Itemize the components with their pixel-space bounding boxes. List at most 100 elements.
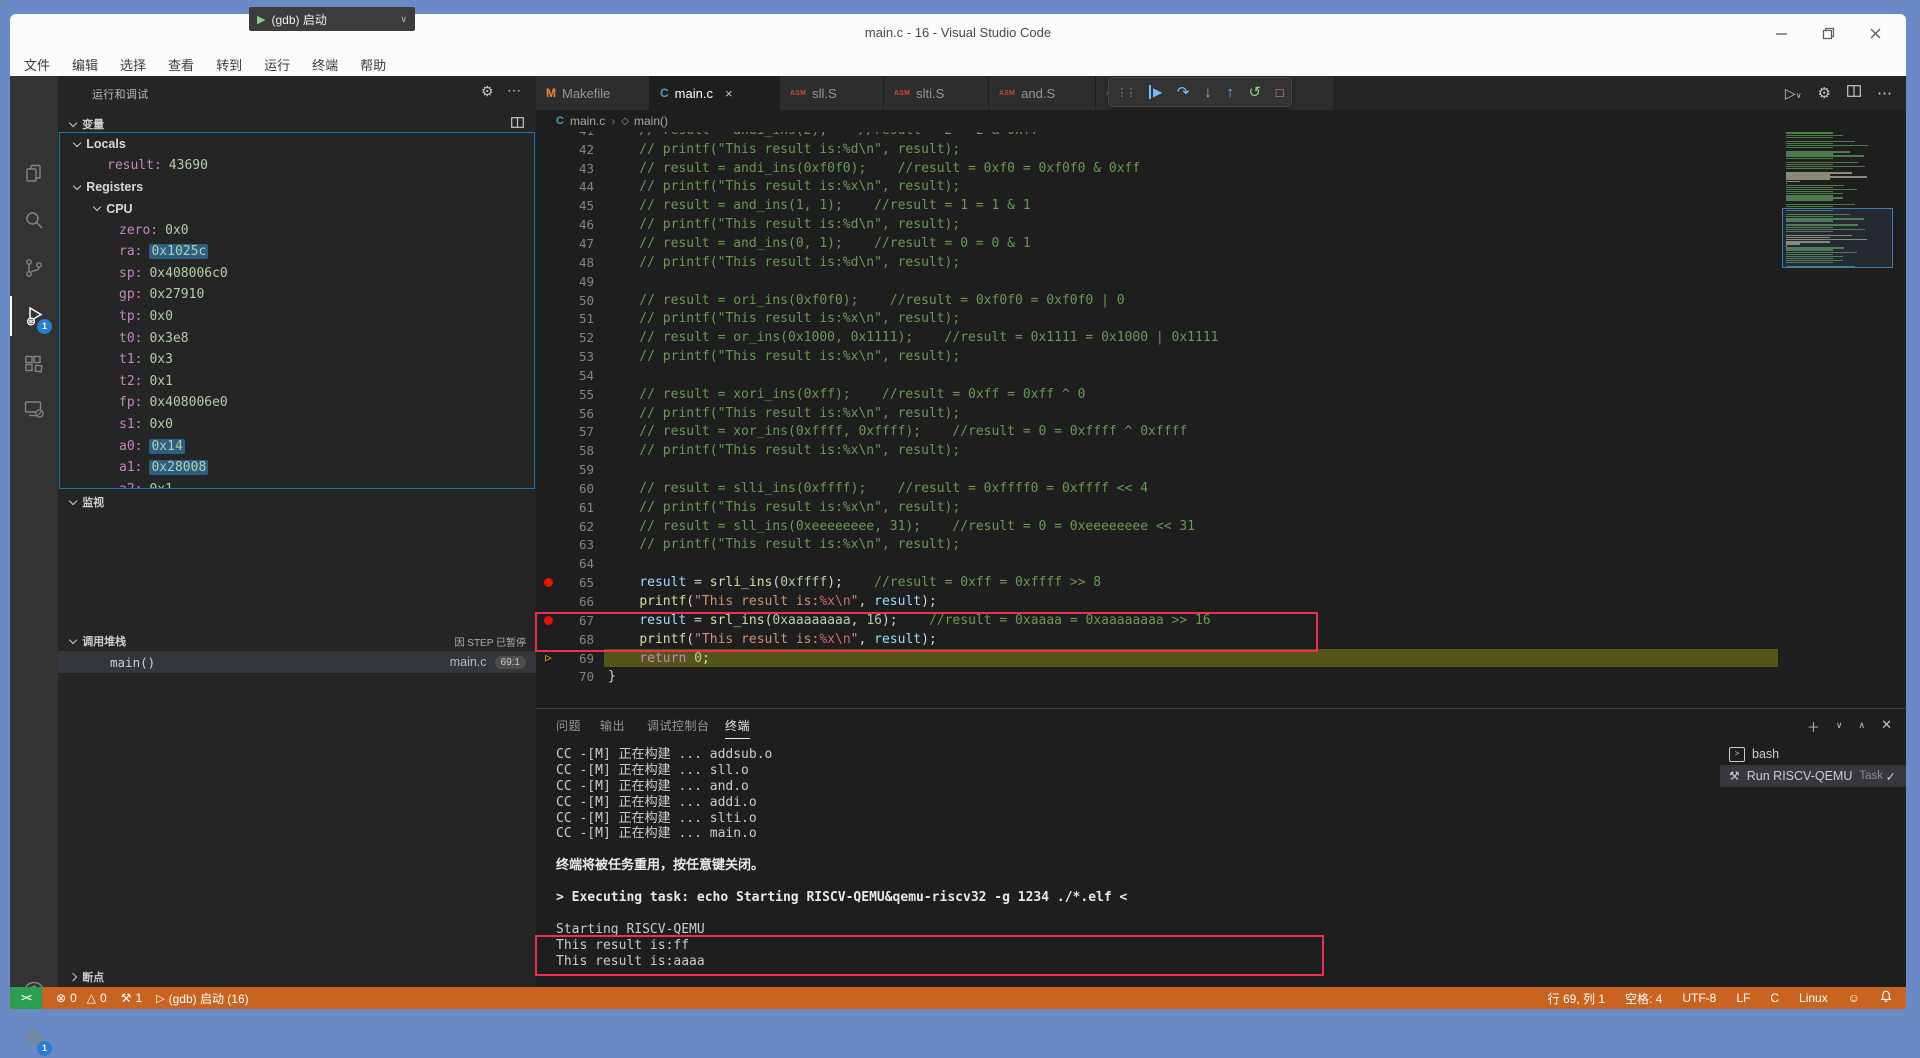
panel-tab-调试控制台[interactable]: 调试控制台 [647,717,710,734]
code-line-47[interactable]: 47 // result = and_ins(0, 1); //result =… [536,234,1906,253]
register-row-tp[interactable]: tp: 0x0 [60,306,534,328]
register-row-ra[interactable]: ra: 0x1025c [60,241,534,263]
maximize-button[interactable] [1822,27,1835,40]
encoding[interactable]: UTF-8 [1682,991,1716,1005]
code-line-45[interactable]: 45 // result = and_ins(1, 1); //result =… [536,196,1906,215]
tree-group-registers[interactable]: Registers [60,176,534,198]
gutter-glyph-margin[interactable] [536,611,562,630]
maximize-panel-icon[interactable]: ∧ [1859,720,1866,736]
code-line-52[interactable]: 52 // result = or_ins(0x1000, 0x1111); /… [536,328,1906,347]
breakpoints-section-header[interactable]: 断点 [58,965,536,988]
gutter-glyph-margin[interactable] [536,347,562,366]
code-line-50[interactable]: 50 // result = ori_ins(0xf0f0); //result… [536,291,1906,310]
step-into-icon[interactable]: ↓ [1204,84,1212,101]
debug-settings-gear-icon[interactable]: ⚙ [481,83,494,100]
gear-icon[interactable]: ⚙ [1818,84,1831,102]
minimize-button[interactable] [1775,27,1788,40]
code-line-69[interactable]: ▷ 69 return 0; [536,648,1906,668]
code-line-51[interactable]: 51 // printf("This result is:%x\n", resu… [536,309,1906,328]
notifications-bell-icon[interactable] [1880,990,1892,1006]
register-row-a2[interactable]: a2:0x1 [60,479,534,488]
code-line-60[interactable]: 60 // result = slli_ins(0xffff); //resul… [536,479,1906,498]
run-debug-icon[interactable]: 1 [10,296,58,336]
code-line-53[interactable]: 53 // printf("This result is:%x\n", resu… [536,347,1906,366]
panel-tab-问题[interactable]: 问题 [556,717,581,734]
register-row-zero[interactable]: zero: 0x0 [60,219,534,241]
tab-sll.S[interactable]: ASM sll.S [780,76,884,110]
gutter-glyph-margin[interactable] [536,140,562,159]
code-line-48[interactable]: 48 // printf("This result is:%d\n", resu… [536,253,1906,272]
code-line-67[interactable]: 67 result = srl_ins(0xaaaaaaaa, 16); //r… [536,611,1906,630]
gutter-glyph-margin[interactable] [536,178,562,197]
code-line-58[interactable]: 58 // printf("This result is:%x\n", resu… [536,441,1906,460]
debug-session-status[interactable]: ▷ (gdb) 启动 (16) [156,990,249,1007]
gutter-glyph-margin[interactable] [536,385,562,404]
gutter-glyph-margin[interactable] [536,441,562,460]
stop-icon[interactable]: □ [1276,85,1284,100]
feedback-icon[interactable]: ☺ [1848,991,1860,1005]
extensions-icon[interactable] [10,344,58,384]
code-line-44[interactable]: 44 // printf("This result is:%x\n", resu… [536,178,1906,197]
step-over-icon[interactable]: ↷ [1177,83,1190,101]
continue-icon[interactable]: ▶ [1149,85,1162,99]
code-line-63[interactable]: 63 // printf("This result is:%x\n", resu… [536,536,1906,555]
terminal-instance-Run RISCV-QEMU[interactable]: ⚒ Run RISCV-QEMU Task ✓ [1720,765,1906,787]
gutter-glyph-margin[interactable] [536,498,562,517]
variable-row-result[interactable]: result: 43690 [60,155,534,177]
variables-tree[interactable]: Locals result: 43690 Registers CPU zero: 0x0 ra… [59,132,535,489]
gutter-glyph-margin[interactable] [536,272,562,291]
gutter-glyph-margin[interactable] [536,667,562,686]
code-line-64[interactable]: 64 [536,554,1906,573]
menu-item-5[interactable]: 运行 [264,55,290,74]
code-line-49[interactable]: 49 [536,272,1906,291]
code-line-62[interactable]: 62 // result = sll_ins(0xeeeeeeee, 31); … [536,517,1906,536]
gutter-glyph-margin[interactable]: ▷ [536,649,562,668]
code-line-56[interactable]: 56 // printf("This result is:%x\n", resu… [536,404,1906,423]
settings-gear-icon[interactable]: ⚙ 1 [10,1018,58,1058]
register-row-fp[interactable]: fp: 0x408006e0 [60,392,534,414]
gutter-glyph-margin[interactable] [536,328,562,347]
menu-item-0[interactable]: 文件 [24,55,50,74]
gutter-glyph-margin[interactable] [536,517,562,536]
gutter-glyph-margin[interactable] [536,215,562,234]
toolbar-grip-icon[interactable]: ⋮⋮ [1116,86,1136,99]
terminal-output[interactable]: CC -[M] 正在构建 ... addsub.o CC -[M] 正在构建 ..… [556,747,1127,969]
gutter-glyph-margin[interactable] [536,234,562,253]
code-line-42[interactable]: 42 // printf("This result is:%d\n", resu… [536,140,1906,159]
split-editor-icon[interactable] [1847,84,1861,102]
code-line-57[interactable]: 57 // result = xor_ins(0xffff, 0xffff); … [536,423,1906,442]
remote-explorer-icon[interactable] [10,389,58,429]
gutter-glyph-margin[interactable] [536,196,562,215]
os-indicator[interactable]: Linux [1799,991,1828,1005]
language-mode[interactable]: C [1770,991,1779,1005]
breadcrumb-symbol[interactable]: main() [634,114,668,128]
breadcrumb-file[interactable]: main.c [570,114,605,128]
minimap[interactable] [1782,122,1893,422]
stack-frame-row[interactable]: main() main.c 69:1 [58,651,536,673]
terminal-instance-bash[interactable]: > bash [1720,743,1906,765]
menu-item-3[interactable]: 查看 [168,55,194,74]
close-panel-icon[interactable]: ✕ [1881,717,1892,736]
breakpoint-icon[interactable] [544,615,553,625]
code-line-59[interactable]: 59 [536,460,1906,479]
code-line-43[interactable]: 43 // result = andi_ins(0xf0f0); //resul… [536,159,1906,178]
gutter-glyph-margin[interactable] [536,253,562,272]
gutter-glyph-margin[interactable] [536,479,562,498]
explorer-icon[interactable] [10,154,58,194]
code-line-46[interactable]: 46 // printf("This result is:%d\n", resu… [536,215,1906,234]
gutter-glyph-margin[interactable] [536,423,562,442]
restart-icon[interactable]: ↺ [1249,83,1262,101]
callstack-section-header[interactable]: 调用堆栈 因 STEP 已暂停 [58,629,536,652]
watch-section-header[interactable]: 监视 [58,490,536,513]
gutter-glyph-margin[interactable] [536,366,562,385]
problems-status[interactable]: ⊗ 0 △ 0 [56,991,107,1005]
gutter-glyph-margin[interactable] [536,573,562,592]
editor-layout-icon[interactable] [511,117,524,131]
source-control-icon[interactable] [10,248,58,288]
code-line-61[interactable]: 61 // printf("This result is:%x\n", resu… [536,498,1906,517]
register-row-t0[interactable]: t0: 0x3e8 [60,327,534,349]
register-row-t1[interactable]: t1: 0x3 [60,349,534,371]
close-icon[interactable]: × [725,86,733,101]
tab-main.c[interactable]: Cmain.c × [650,76,780,110]
sidebar-more-actions-icon[interactable]: ⋯ [507,82,521,99]
